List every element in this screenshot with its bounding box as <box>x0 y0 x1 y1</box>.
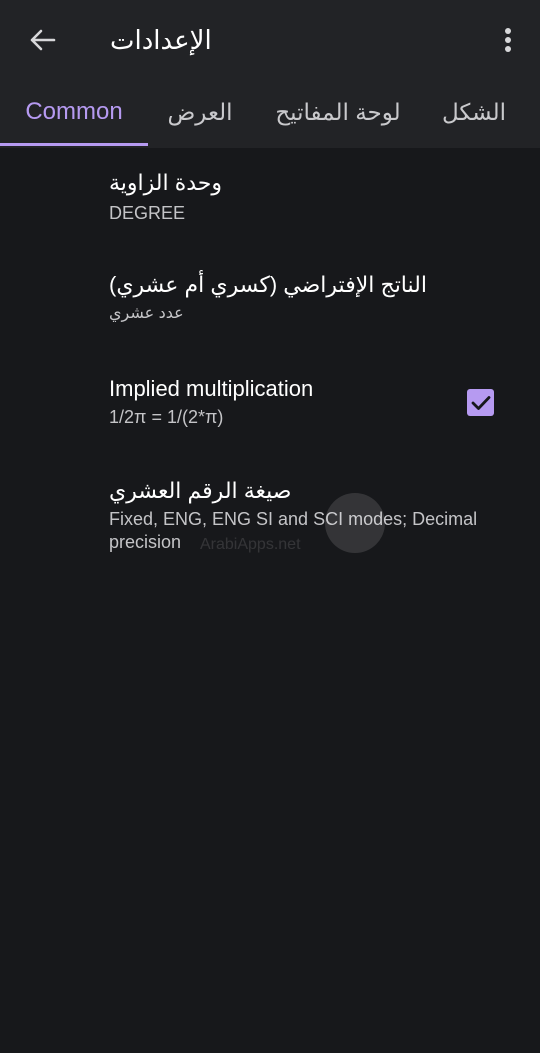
pref-decimal-format[interactable]: صيغة الرقم العشري Fixed, ENG, ENG SI and… <box>109 477 529 554</box>
pref-title: Implied multiplication <box>109 376 314 401</box>
pref-summary: 1/2π = 1/(2*π) <box>109 407 224 427</box>
pref-implied-multiplication[interactable]: Implied multiplication 1/2π = 1/(2*π) <box>109 375 449 429</box>
tab-appearance[interactable]: الشكل <box>424 80 524 144</box>
overflow-menu-button[interactable] <box>492 20 524 60</box>
active-tab-indicator <box>0 143 148 146</box>
arrow-left-icon <box>30 29 56 51</box>
pref-angle-unit[interactable]: وحدة الزاوية DEGREE <box>109 169 529 225</box>
checkmark-icon <box>471 395 490 410</box>
pref-summary: عدد عشري <box>109 305 184 322</box>
tab-bar: Common العرض لوحة المفاتيح الشكل <box>0 80 540 148</box>
back-button[interactable] <box>22 22 62 58</box>
page-title: الإعدادات <box>110 25 212 55</box>
pref-title: الناتج الإفتراضي (كسري أم عشري) <box>109 272 427 297</box>
tab-keyboard[interactable]: لوحة المفاتيح <box>258 80 418 144</box>
pref-default-result[interactable]: الناتج الإفتراضي (كسري أم عشري) عدد عشري <box>109 271 529 325</box>
tab-common[interactable]: Common <box>0 80 148 144</box>
pref-summary: DEGREE <box>109 203 186 223</box>
tab-display[interactable]: العرض <box>150 80 250 144</box>
app-bar: الإعدادات <box>0 0 540 80</box>
pref-summary: Fixed, ENG, ENG SI and SCI modes; Decima… <box>109 509 478 552</box>
pref-title: وحدة الزاوية <box>109 170 223 195</box>
implied-multiplication-checkbox[interactable] <box>467 389 494 416</box>
more-vertical-icon <box>505 28 511 52</box>
pref-title: صيغة الرقم العشري <box>109 478 292 503</box>
